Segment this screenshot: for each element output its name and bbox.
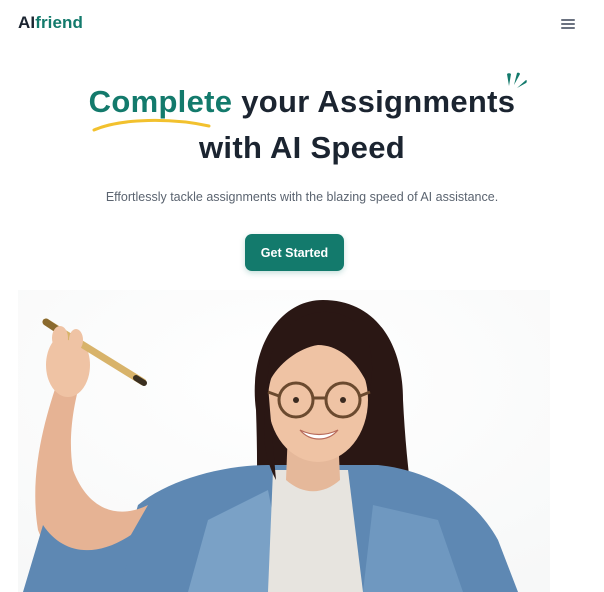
title-underline-decoration [92,118,211,132]
student-illustration [18,290,550,592]
get-started-button[interactable]: Get Started [245,234,344,271]
hamburger-menu-icon[interactable] [558,16,578,32]
navbar: AIfriend [0,0,604,48]
hero-title-line2: with AI Speed [199,130,405,165]
sparkle-icon [507,72,527,88]
hero-subtitle: Effortlessly tackle assignments with the… [105,190,499,204]
hero-title-highlight: Complete [88,84,233,119]
brand-logo-ai: AI [18,13,36,32]
brand-logo-friend: friend [35,13,84,32]
hero-title-rest: your Assignments [241,84,516,119]
hero-student-image [18,290,550,592]
brand-logo[interactable]: AIfriend [18,13,83,33]
